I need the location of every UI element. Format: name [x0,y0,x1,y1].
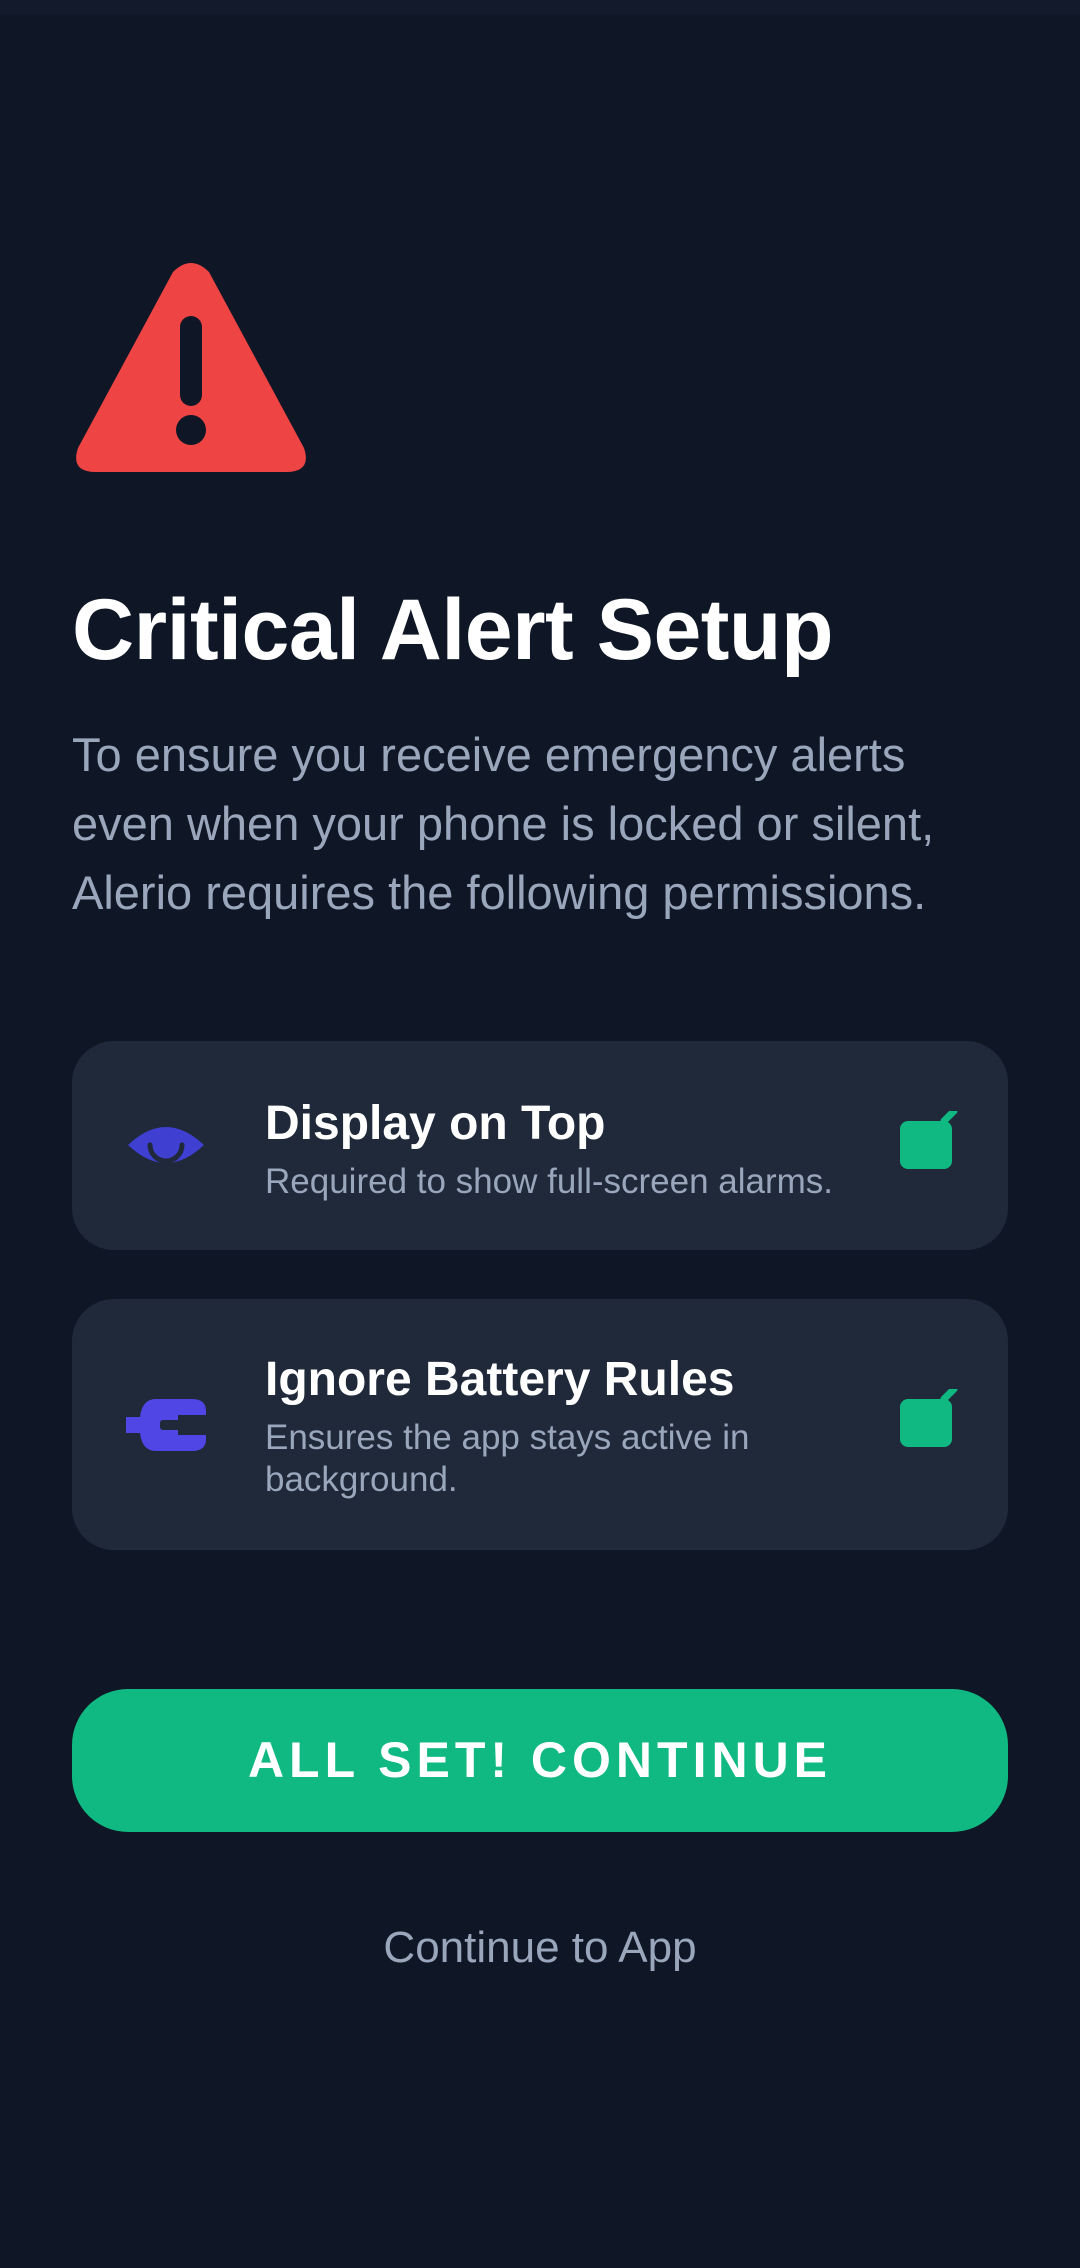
permission-checkbox[interactable] [896,1389,958,1451]
permission-card-ignore-battery-rules[interactable]: Ignore Battery Rules Ensures the app sta… [72,1299,1008,1550]
status-bar-strip [0,0,1080,14]
permission-title: Display on Top [265,1097,606,1150]
eye-icon [128,1127,204,1164]
continue-to-app-link[interactable]: Continue to App [0,1918,1080,1978]
battery-plug-icon [126,1399,206,1451]
page-description: To ensure you receive emergency alerts e… [72,728,935,919]
permission-card-display-on-top[interactable]: Display on Top Required to show full-scr… [72,1041,1008,1250]
permission-subtitle: Ensures the app stays active in backgrou… [265,1418,750,1499]
permission-title: Ignore Battery Rules [265,1353,735,1406]
all-set-continue-button[interactable]: ALL SET! CONTINUE [72,1689,1008,1832]
page-title: Critical Alert Setup [72,582,833,678]
warning-triangle-icon [76,263,306,472]
permission-subtitle: Required to show full-screen alarms. [265,1162,834,1201]
permission-checkbox[interactable] [896,1111,958,1173]
